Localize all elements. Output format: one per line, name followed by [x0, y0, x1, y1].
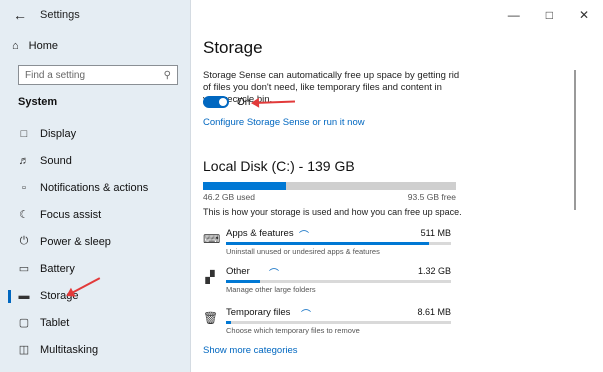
toggle-label: On	[237, 96, 251, 108]
sidebar-item-tablet[interactable]: ▢ Tablet	[0, 309, 190, 336]
category-size: 8.61 MB	[417, 307, 451, 317]
display-icon: □	[20, 127, 28, 140]
sidebar-item-label: Sound	[40, 154, 72, 167]
home-nav-item[interactable]: ⌂ Home	[12, 40, 58, 52]
category-subtitle: Choose which temporary files to remove	[226, 326, 360, 335]
disk-usage-fill	[203, 182, 287, 190]
category-size: 511 MB	[420, 228, 451, 238]
app-title: Settings	[40, 9, 80, 21]
category-name: Other	[226, 266, 250, 277]
category-other[interactable]: ▞ Other ⌒ 1.32 GB Manage other large fol…	[203, 265, 463, 301]
section-title: System	[18, 96, 58, 108]
category-name: Apps & features	[226, 228, 294, 239]
sidebar-item-focus-assist[interactable]: ☾ Focus assist	[0, 201, 190, 228]
category-name: Temporary files	[226, 307, 291, 318]
minimize-icon[interactable]: —	[508, 8, 520, 22]
disk-free-label: 93.5 GB free	[407, 192, 456, 202]
focus-assist-icon: ☾	[19, 209, 29, 221]
category-usage-bar	[226, 280, 451, 283]
multitasking-icon: ◫	[18, 344, 30, 356]
disk-usage-bar	[203, 182, 456, 190]
category-usage-fill	[226, 280, 260, 283]
sidebar-item-label: Battery	[40, 262, 75, 275]
sidebar-item-notifications[interactable]: ▫ Notifications & actions	[0, 174, 190, 201]
battery-icon: ▭	[18, 263, 30, 275]
category-subtitle: Uninstall unused or undesired apps & fea…	[226, 247, 380, 256]
storage-usage-intro: This is how your storage is used and how…	[203, 207, 462, 217]
sidebar-item-label: Multitasking	[40, 343, 99, 356]
loading-spinner-icon: ⌒	[299, 231, 309, 242]
category-subtitle: Manage other large folders	[226, 285, 316, 294]
sidebar-item-display[interactable]: □ Display	[0, 120, 190, 147]
category-apps-features[interactable]: ⌨ Apps & features ⌒ 511 MB Uninstall unu…	[203, 227, 463, 263]
category-temporary-files[interactable]: 🗑 Temporary files ⌒ 8.61 MB Choose which…	[203, 306, 463, 342]
loading-spinner-icon: ⌒	[269, 269, 279, 280]
configure-storage-sense-link[interactable]: Configure Storage Sense or run it now	[203, 117, 365, 128]
category-usage-fill	[226, 321, 231, 324]
home-icon: ⌂	[12, 40, 19, 52]
search-icon: ⚲	[163, 69, 171, 81]
sidebar-item-multitasking[interactable]: ◫ Multitasking	[0, 336, 190, 363]
category-size: 1.32 GB	[417, 266, 451, 276]
scrollbar[interactable]	[574, 70, 576, 210]
sidebar-item-label: Notifications & actions	[40, 181, 149, 194]
home-label: Home	[28, 40, 58, 52]
sidebar-nav: □ Display ♬ Sound ▫ Notifications & acti…	[0, 120, 190, 363]
storage-icon: ▬	[18, 289, 30, 302]
sidebar-item-storage[interactable]: ▬ Storage	[0, 282, 190, 309]
category-usage-fill	[226, 242, 429, 245]
main-content: — □ ✕ Storage Storage Sense can automati…	[191, 0, 603, 372]
category-usage-bar	[226, 242, 451, 245]
power-icon: ⏻	[19, 235, 29, 247]
loading-spinner-icon: ⌒	[301, 310, 311, 321]
search-placeholder: Find a setting	[25, 69, 86, 81]
back-arrow-icon[interactable]: ←	[6, 7, 34, 23]
sound-icon: ♬	[18, 154, 30, 167]
sidebar-item-label: Focus assist	[40, 208, 102, 221]
other-icon: ▞	[205, 270, 215, 284]
sidebar-item-label: Tablet	[40, 316, 70, 329]
window-controls: — □ ✕	[508, 8, 589, 22]
show-more-categories-link[interactable]: Show more categories	[203, 345, 298, 356]
search-input[interactable]: Find a setting ⚲	[18, 65, 178, 85]
page-title: Storage	[203, 38, 263, 57]
sidebar-item-power[interactable]: ⏻ Power & sleep	[0, 228, 190, 255]
sidebar: ← Settings ⌂ Home Find a setting ⚲ Syste…	[0, 0, 191, 372]
disk-used-label: 46.2 GB used	[203, 192, 255, 202]
storage-sense-toggle[interactable]	[203, 96, 229, 108]
category-usage-bar	[226, 321, 451, 324]
close-icon[interactable]: ✕	[579, 8, 589, 22]
sidebar-item-label: Power & sleep	[40, 235, 111, 248]
sidebar-item-battery[interactable]: ▭ Battery	[0, 255, 190, 282]
sidebar-item-label: Display	[40, 127, 77, 140]
apps-icon: ⌨	[203, 232, 221, 246]
title-bar: ← Settings	[0, 0, 190, 30]
settings-window: ← Settings ⌂ Home Find a setting ⚲ Syste…	[0, 0, 603, 372]
sidebar-item-sound[interactable]: ♬ Sound	[0, 147, 190, 174]
notifications-icon: ▫	[22, 181, 26, 194]
disk-title: Local Disk (C:) - 139 GB	[203, 158, 355, 174]
trash-icon: 🗑	[203, 311, 219, 325]
maximize-icon[interactable]: □	[546, 8, 553, 22]
tablet-icon: ▢	[18, 317, 30, 329]
storage-sense-toggle-row: On	[203, 96, 250, 108]
